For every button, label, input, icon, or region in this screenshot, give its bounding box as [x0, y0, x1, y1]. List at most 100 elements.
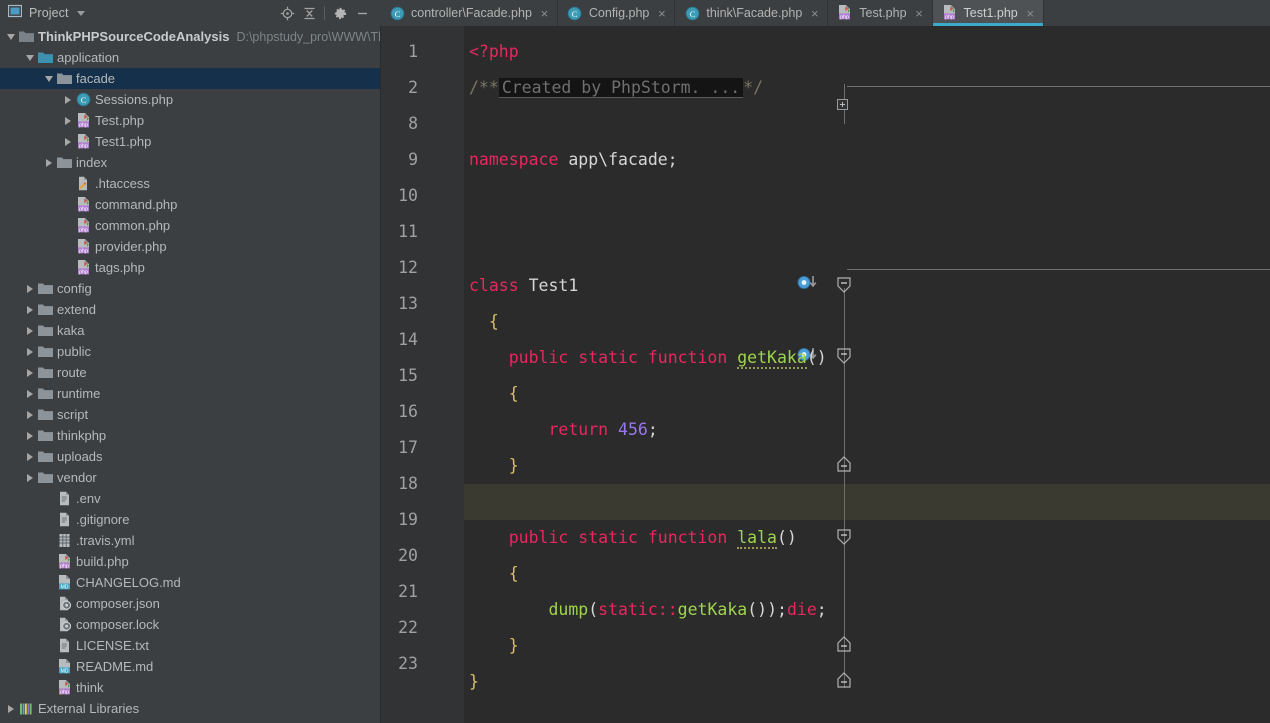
- line-number: 10: [398, 186, 418, 205]
- tree-row[interactable]: facade: [0, 68, 380, 89]
- code-line-19: public static function lala(): [508, 528, 797, 549]
- tree-row[interactable]: runtime: [0, 383, 380, 404]
- tree-row[interactable]: MD README.md: [0, 656, 380, 677]
- code-text-area[interactable]: <?php /** Created by PhpStorm. ... */ name…: [464, 26, 1270, 723]
- tree-row[interactable]: .htaccess: [0, 173, 380, 194]
- code-line-2: /** Created by PhpStorm. ... */: [469, 78, 764, 98]
- close-icon[interactable]: ×: [657, 7, 666, 20]
- tree-row[interactable]: script: [0, 404, 380, 425]
- tree-row[interactable]: .gitignore: [0, 509, 380, 530]
- tree-row-label: provider.php: [95, 239, 167, 254]
- gear-icon[interactable]: [329, 2, 351, 24]
- htaccess-icon: [75, 176, 92, 191]
- folder-icon: [37, 303, 54, 316]
- locate-icon[interactable]: [276, 2, 298, 24]
- tree-row[interactable]: config: [0, 278, 380, 299]
- php-file-icon: php: [75, 196, 92, 213]
- collapse-all-icon[interactable]: [298, 2, 320, 24]
- tree-row[interactable]: php think: [0, 677, 380, 698]
- chevron-right-icon[interactable]: [23, 410, 37, 419]
- tree-row-label: LICENSE.txt: [76, 638, 149, 653]
- chevron-down-icon[interactable]: [4, 33, 18, 40]
- chevron-right-icon[interactable]: [61, 95, 75, 104]
- code-line-14: public static function getKaka(): [508, 348, 827, 369]
- svg-text:php: php: [79, 227, 88, 233]
- editor-tab[interactable]: Cthink\Facade.php ×: [675, 0, 829, 26]
- tree-row[interactable]: php build.php: [0, 551, 380, 572]
- chevron-right-icon[interactable]: [23, 473, 37, 482]
- close-icon[interactable]: ×: [1026, 7, 1035, 20]
- tree-row-label: kaka: [57, 323, 85, 338]
- tree-row[interactable]: uploads: [0, 446, 380, 467]
- editor-tab-label: Config.php: [588, 6, 650, 20]
- tree-row[interactable]: php Test1.php: [0, 131, 380, 152]
- code-line-21: dump(static::getKaka());die;: [548, 600, 827, 619]
- tree-row[interactable]: php common.php: [0, 215, 380, 236]
- chevron-right-icon[interactable]: [23, 389, 37, 398]
- project-tree-panel[interactable]: ThinkPHPSourceCodeAnalysis D:\phpstudy_pr…: [0, 26, 381, 723]
- chevron-right-icon[interactable]: [61, 116, 75, 125]
- chevron-right-icon[interactable]: [4, 704, 18, 713]
- editor-tab-label: Test1.php: [963, 6, 1018, 20]
- tree-row[interactable]: .env: [0, 488, 380, 509]
- editor-tab[interactable]: Ccontroller\Facade.php ×: [380, 0, 558, 26]
- folder-icon: [56, 72, 73, 85]
- svg-text:php: php: [60, 563, 69, 569]
- tree-row[interactable]: MD CHANGELOG.md: [0, 572, 380, 593]
- chevron-right-icon[interactable]: [23, 326, 37, 335]
- composer-file-icon: [56, 617, 73, 632]
- editor-tab[interactable]: C Config.php ×: [558, 0, 676, 26]
- code-editor[interactable]: 1 2 8 9 10 11 12 13 14 15 16 17 18 19 20 21 22 23 <?php /…: [381, 26, 1270, 723]
- chevron-right-icon[interactable]: [61, 137, 75, 146]
- tree-row[interactable]: extend: [0, 299, 380, 320]
- line-number: 23: [398, 654, 418, 673]
- code-line-16: return 456;: [548, 420, 658, 439]
- tree-row[interactable]: route: [0, 362, 380, 383]
- chevron-down-icon[interactable]: [76, 10, 85, 16]
- tree-row[interactable]: php command.php: [0, 194, 380, 215]
- editor-tab[interactable]: php Test1.php ×: [932, 0, 1044, 26]
- chevron-right-icon[interactable]: [23, 284, 37, 293]
- php-file-icon: php: [75, 238, 92, 255]
- chevron-right-icon[interactable]: [23, 452, 37, 461]
- tree-row[interactable]: thinkphp: [0, 425, 380, 446]
- tree-row[interactable]: public: [0, 341, 380, 362]
- tree-row[interactable]: application: [0, 47, 380, 68]
- tree-row-label: README.md: [76, 659, 154, 674]
- tree-row[interactable]: php tags.php: [0, 257, 380, 278]
- chevron-right-icon[interactable]: [23, 431, 37, 440]
- svg-text:php: php: [60, 689, 69, 695]
- line-number: 2: [408, 78, 418, 97]
- php-file-icon: php: [56, 679, 73, 696]
- tree-row-label: public: [57, 344, 91, 359]
- top-strip: Project C controller\Facade.php × C Conf…: [0, 0, 1270, 26]
- close-icon[interactable]: ×: [540, 7, 549, 20]
- tree-row[interactable]: vendor: [0, 467, 380, 488]
- chevron-right-icon[interactable]: [23, 305, 37, 314]
- tree-row[interactable]: ThinkPHPSourceCodeAnalysis D:\phpstudy_pr…: [0, 26, 380, 47]
- project-panel-toolbar: [276, 2, 380, 24]
- chevron-right-icon[interactable]: [42, 158, 56, 167]
- tree-row[interactable]: External Libraries: [0, 698, 380, 719]
- tree-row[interactable]: composer.json: [0, 593, 380, 614]
- chevron-down-icon[interactable]: [42, 75, 56, 82]
- chevron-right-icon[interactable]: [23, 347, 37, 356]
- editor-tab[interactable]: php Test.php ×: [828, 0, 933, 26]
- tree-row[interactable]: php provider.php: [0, 236, 380, 257]
- close-icon[interactable]: ×: [915, 7, 924, 20]
- svg-text:php: php: [79, 206, 88, 212]
- tree-row[interactable]: LICENSE.txt: [0, 635, 380, 656]
- chevron-down-icon[interactable]: [23, 54, 37, 61]
- tree-row[interactable]: kaka: [0, 320, 380, 341]
- chevron-right-icon[interactable]: [23, 368, 37, 377]
- tree-row[interactable]: composer.lock: [0, 614, 380, 635]
- tree-row[interactable]: index: [0, 152, 380, 173]
- folded-comment[interactable]: Created by PhpStorm. ...: [498, 78, 744, 98]
- tree-row-label: .gitignore: [76, 512, 130, 527]
- tree-row[interactable]: C Sessions.php: [0, 89, 380, 110]
- tree-row[interactable]: .travis.yml: [0, 530, 380, 551]
- minimize-icon[interactable]: [351, 2, 373, 24]
- close-icon[interactable]: ×: [810, 7, 819, 20]
- markdown-file-icon: MD: [56, 658, 73, 675]
- tree-row[interactable]: php Test.php: [0, 110, 380, 131]
